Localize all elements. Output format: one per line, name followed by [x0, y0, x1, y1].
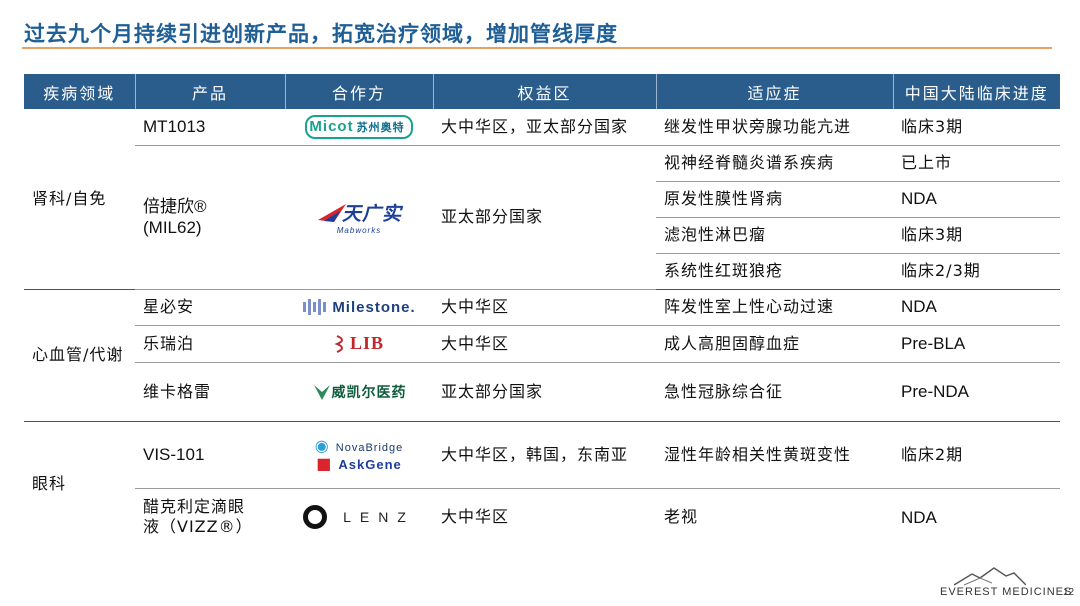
table-row: 倍捷欣® (MIL62) 天广实 Mabworks 亚太部分国家 视神经脊髓炎谱… [24, 145, 1060, 290]
indication-cell: 湿性年龄相关性黄斑变性 [656, 421, 893, 489]
novabridge-icon: ◉ [314, 435, 330, 455]
novabridge-logo-text: NovaBridge [335, 441, 404, 454]
stage-cell: 临床2/3期 [893, 253, 1060, 290]
product-cell: 维卡格雷 [135, 362, 285, 422]
mabworks-logo-cn: 天广实 [341, 203, 402, 225]
stage-cell: 临床3期 [893, 217, 1060, 254]
novabridge-askgene-logo: ◉ NovaBridge ■ AskGene [315, 437, 404, 472]
novabridge-logo: ◉ NovaBridge [315, 437, 404, 455]
indication-cell: 继发性甲状旁腺功能亢进 [656, 109, 893, 146]
table-row: 维卡格雷 威凯尔医药 亚太部分国家 急性冠脉综合征 Pre-NDA [24, 362, 1060, 422]
partner-cell: LIB [285, 325, 433, 363]
mabworks-logo: 天广实 Mabworks [316, 199, 402, 235]
vcare-logo-text: 威凯尔医药 [331, 384, 407, 401]
milestone-logo: Milestone. [302, 298, 415, 316]
indication-cell: 老视 [664, 507, 699, 527]
table-row: 眼科 VIS-101 ◉ NovaBridge ■ AskGene 大中华区，韩… [24, 421, 1060, 493]
lib-helix-icon [334, 334, 343, 353]
disease-area: 眼科 [32, 473, 67, 493]
header-product: 产品 [135, 74, 286, 109]
product-cell: VIS-101 [135, 421, 285, 489]
lenz-ring-icon [303, 505, 328, 530]
stage-cell: NDA [893, 181, 1060, 218]
page-number: 12 [1063, 587, 1075, 598]
slide-title: 过去九个月持续引进创新产品，拓宽治疗领域，增加管线厚度 [24, 22, 618, 46]
product-cell: MT1013 [135, 109, 285, 146]
stage-cell: 临床2期 [893, 421, 1060, 489]
everest-logo: EVEREST MEDICINES [940, 566, 1073, 598]
table-header-row: 疾病领域 产品 合作方 权益区 适应症 中国大陆临床进度 [24, 74, 1060, 109]
partner-cell: 威凯尔医药 [285, 362, 433, 422]
stage-cell: 已上市 [893, 145, 1060, 182]
disease-area: 肾科/自免 [24, 109, 135, 290]
indication-cell: 阵发性室上性心动过速 [656, 289, 893, 326]
brand-name: EVEREST MEDICINES [940, 586, 1073, 598]
askgene-logo-text: AskGene [338, 456, 402, 472]
partner-cell: Micot 苏州奥特 [285, 109, 433, 146]
territory-cell: 大中华区，韩国，东南亚 [433, 421, 656, 489]
stage-cell: NDA [901, 507, 937, 527]
lib-logo: LIB [334, 333, 384, 354]
product-cell: 醋克利定滴眼 液（VIZZ®） [135, 488, 285, 546]
partner-cell: LENZ [285, 488, 433, 546]
header-indication: 适应症 [656, 74, 894, 109]
indication-cell: 成人高胆固醇血症 [656, 325, 893, 363]
table-row: 乐瑞泊 LIB 大中华区 成人高胆固醇血症 Pre-BLA [24, 325, 1060, 363]
micot-logo-cn: 苏州奥特 [356, 120, 405, 134]
askgene-icon: ■ [316, 453, 333, 473]
askgene-logo: ■ AskGene [316, 453, 402, 473]
vcare-leaf-icon [313, 384, 330, 400]
territory-cell: 大中华区 [441, 507, 510, 527]
vcare-logo: 威凯尔医药 [312, 382, 407, 402]
territory-cell: 亚太部分国家 [433, 362, 656, 422]
mabworks-logo-en: Mabworks [336, 226, 382, 235]
indication-cell: 视神经脊髓炎谱系疾病 [656, 145, 893, 182]
table-row: 醋克利定滴眼 液（VIZZ®） LENZ 大中华区 老视 NDA [24, 488, 1060, 546]
indication-cell: 原发性膜性肾病 [656, 181, 893, 218]
header-disease-area: 疾病领域 [24, 74, 136, 109]
milestone-logo-text: Milestone. [332, 298, 416, 316]
territory-cell: 大中华区 [433, 289, 656, 326]
product-cell: 星必安 [135, 289, 285, 326]
header-territory: 权益区 [433, 74, 657, 109]
indication-cell: 系统性红斑狼疮 [656, 253, 893, 290]
header-partner: 合作方 [285, 74, 434, 109]
lenz-logo: LENZ [303, 505, 415, 530]
indication-cell: 滤泡性淋巴瘤 [656, 217, 893, 254]
table-row: 肾科/自免 MT1013 Micot 苏州奥特 大中华区，亚太部分国家 继发性甲… [24, 109, 1060, 290]
micot-logo-text: Micot [309, 118, 354, 136]
header-stage: 中国大陆临床进度 [893, 74, 1060, 109]
partner-cell: Milestone. [285, 289, 433, 326]
product-cell: 倍捷欣® (MIL62) [135, 145, 285, 290]
territory-cell: 大中华区，亚太部分国家 [433, 109, 656, 146]
title-underline [22, 47, 1052, 49]
lib-logo-text: LIB [349, 333, 385, 353]
micot-logo: Micot 苏州奥特 [305, 114, 413, 139]
product-name: 醋克利定滴眼 液（VIZZ®） [143, 497, 253, 537]
product-name: 倍捷欣® (MIL62) [143, 196, 207, 237]
stage-cell: Pre-NDA [893, 362, 1060, 422]
table-row: 心血管/代谢 星必安 Milestone. 大中华区 阵发性室上性心动过速 ND… [24, 289, 1060, 422]
mountain-icon [954, 567, 1026, 586]
disease-area: 心血管/代谢 [24, 289, 135, 422]
stage-cell: Pre-BLA [893, 325, 1060, 363]
product-cell: 乐瑞泊 [135, 325, 285, 363]
territory-cell: 大中华区 [433, 325, 656, 363]
stage-cell: 临床3期 [893, 109, 1060, 146]
partner-cell: ◉ NovaBridge ■ AskGene [285, 421, 433, 489]
milestone-mark-icon [303, 299, 327, 316]
lenz-logo-text: LENZ [343, 509, 415, 526]
pipeline-table: 疾病领域 产品 合作方 权益区 适应症 中国大陆临床进度 肾科/自免 MT101… [24, 74, 1060, 546]
indication-cell: 急性冠脉综合征 [656, 362, 893, 422]
stage-cell: NDA [893, 289, 1060, 326]
territory-cell: 亚太部分国家 [433, 145, 656, 290]
partner-cell: 天广实 Mabworks [285, 145, 433, 290]
